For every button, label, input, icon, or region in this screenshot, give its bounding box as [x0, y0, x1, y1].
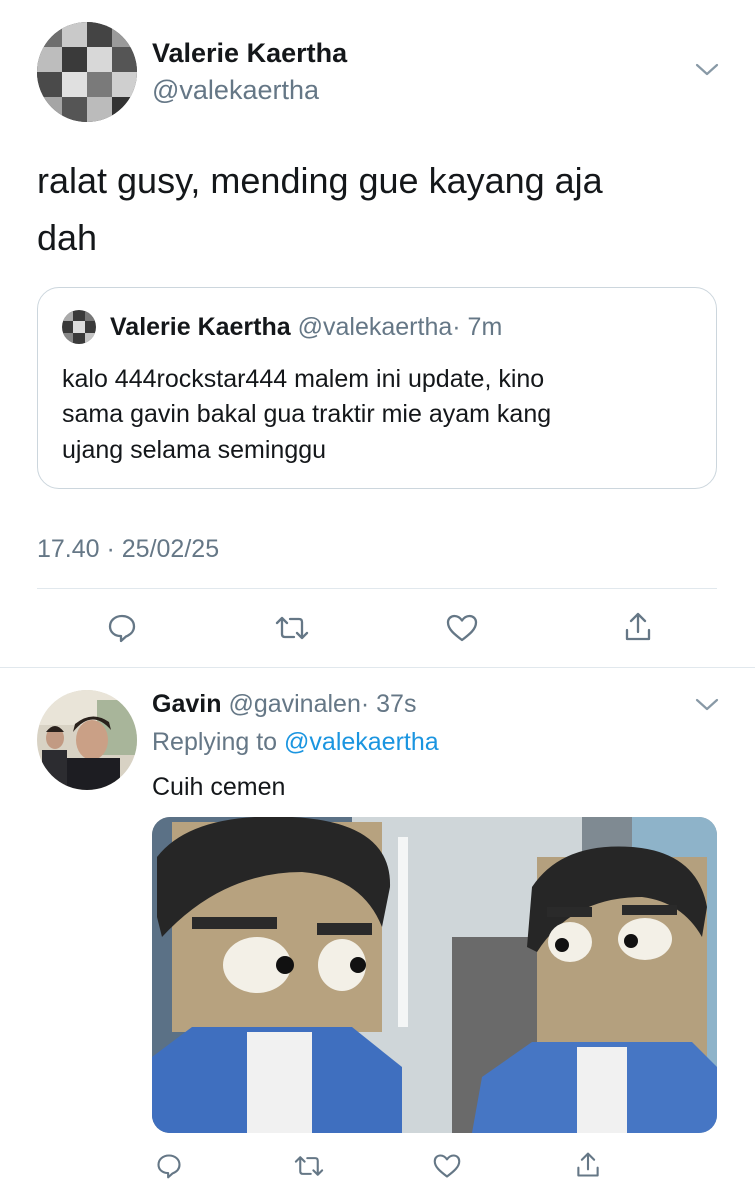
quoted-display-name: Valerie Kaertha [110, 313, 291, 341]
reply-handle[interactable]: @gavinalen [228, 690, 360, 718]
comment-icon[interactable] [155, 1152, 183, 1180]
tweet-text-line: ralat gusy, mending gue kayang aja [37, 160, 603, 201]
section-divider [0, 667, 755, 668]
avatar[interactable] [37, 22, 137, 122]
display-name[interactable]: Valerie Kaertha [152, 38, 347, 69]
handle[interactable]: @valekaertha [152, 75, 319, 106]
heart-icon[interactable] [432, 1152, 462, 1180]
comment-icon[interactable] [106, 612, 138, 644]
tweet-timestamp[interactable]: 17.40 · 25/02/25 [37, 535, 219, 564]
reply-text: Cuih cemen [152, 773, 286, 801]
reply-media-image[interactable] [152, 817, 717, 1133]
reply-time: · 37s [360, 690, 417, 718]
quoted-text-line: ujang selama seminggu [62, 436, 327, 464]
replying-to-label: Replying to [152, 728, 278, 756]
quoted-avatar [62, 310, 96, 344]
chevron-down-icon[interactable] [695, 62, 719, 78]
share-icon[interactable] [574, 1150, 602, 1180]
replying-to-handle[interactable]: @valekaertha [284, 728, 439, 756]
quoted-text-line: kalo 444rockstar444 malem ini update, ki… [62, 365, 545, 393]
quoted-time: · 7m [452, 313, 503, 341]
divider [37, 588, 717, 589]
quoted-handle: @valekaertha [297, 313, 453, 341]
chevron-down-icon[interactable] [695, 697, 719, 713]
avatar[interactable] [37, 690, 137, 790]
share-icon[interactable] [622, 610, 654, 644]
heart-icon[interactable] [445, 612, 479, 644]
quoted-text-line: sama gavin bakal gua traktir mie ayam ka… [62, 400, 552, 428]
tweet-text-line: dah [37, 217, 98, 258]
reply-display-name[interactable]: Gavin [152, 690, 221, 718]
retweet-icon[interactable] [292, 1152, 326, 1180]
retweet-icon[interactable] [273, 612, 311, 644]
